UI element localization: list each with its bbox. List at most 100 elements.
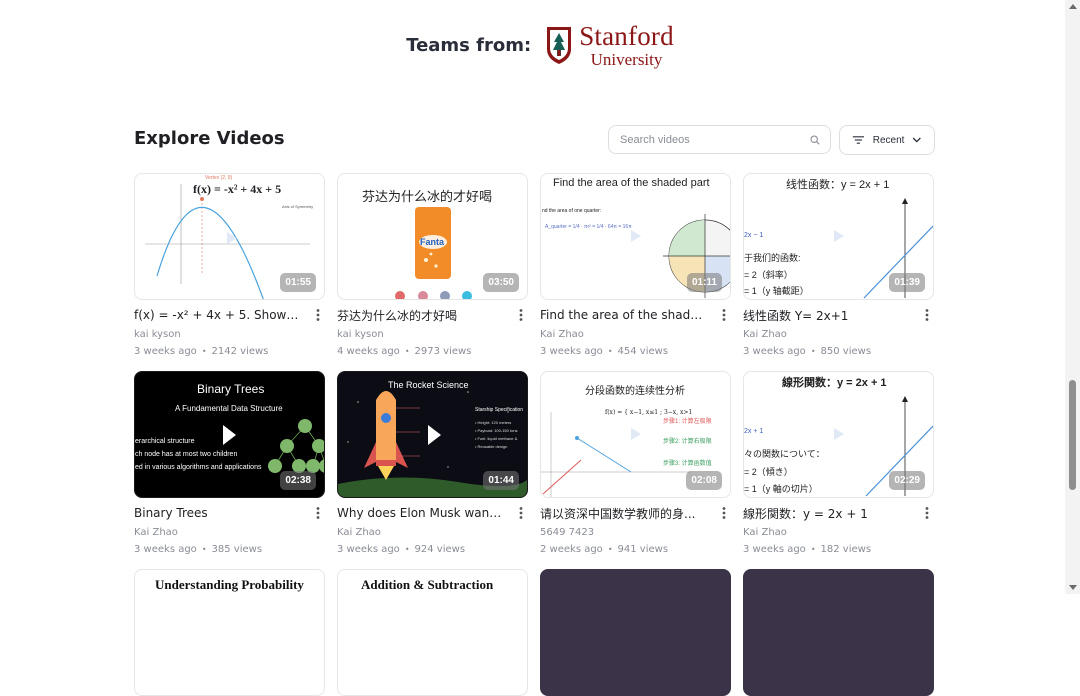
video-thumbnail[interactable]: Find the area of the shaded part nd the … <box>540 173 731 300</box>
search-input[interactable] <box>620 133 810 146</box>
video-thumbnail[interactable] <box>743 569 934 696</box>
video-title[interactable]: 線形関数：y = 2x + 1 <box>743 505 868 522</box>
teams-banner: Teams from: Stanford University <box>0 22 1080 68</box>
video-thumbnail[interactable]: 芬达为什么冰的才好喝 Fanta 03:50 <box>337 173 528 300</box>
video-card[interactable]: Understanding Probability <box>134 569 325 696</box>
video-author[interactable]: Kai Zhao <box>743 329 934 340</box>
thumb-caption: • Reusable design <box>475 444 508 449</box>
search-box[interactable] <box>608 125 831 154</box>
video-author[interactable]: kai kyson <box>134 329 325 340</box>
video-title[interactable]: 线性函数 Y= 2x+1 <box>743 307 848 324</box>
thumb-caption: Fanta <box>420 237 445 247</box>
video-author[interactable]: 5649 7423 <box>540 527 731 538</box>
video-title[interactable]: 请以资深中国数学教师的身... <box>540 505 695 522</box>
video-card[interactable]: Addition & Subtraction <box>337 569 528 696</box>
thumb-caption: 步骤3: 计算函数值 <box>663 461 712 467</box>
video-views: 924 views <box>414 544 466 555</box>
search-icon[interactable] <box>810 134 820 145</box>
kebab-menu-icon[interactable] <box>311 307 325 323</box>
video-card[interactable]: 线性函数：y = 2x + 1 2x − 1 于我们的函数: = 2（斜率） =… <box>743 173 934 357</box>
video-thumbnail[interactable]: Binary Trees A Fundamental Data Structur… <box>134 371 325 498</box>
video-thumbnail[interactable]: The Rocket Science Starship Specificatio… <box>337 371 528 498</box>
kebab-menu-icon[interactable] <box>717 307 731 323</box>
filter-lines-icon <box>852 136 864 144</box>
duration-badge: 01:55 <box>280 273 316 292</box>
video-card[interactable]: 芬达为什么冰的才好喝 Fanta 03:50 芬达为什么冰的才好喝 kai ky… <box>337 173 528 357</box>
video-meta: 3 weeks ago • 385 views <box>134 544 325 555</box>
separator-dot: • <box>201 545 207 554</box>
separator-dot: • <box>404 545 410 554</box>
video-card[interactable]: f(x) = -x² + 4x + 5 Vertex (2, 9) Axis o… <box>134 173 325 357</box>
video-author[interactable]: Kai Zhao <box>743 527 934 538</box>
scrollbar-thumb[interactable] <box>1069 380 1076 490</box>
thumb-caption: Starship Specification <box>475 407 524 413</box>
thumb-caption: 2x + 1 <box>744 428 764 435</box>
video-age: 3 weeks ago <box>743 544 806 555</box>
video-card[interactable]: Find the area of the shaded part nd the … <box>540 173 731 357</box>
video-thumbnail[interactable]: Understanding Probability <box>134 569 325 696</box>
video-meta: 2 weeks ago • 941 views <box>540 544 731 555</box>
page-scrollbar[interactable] <box>1065 0 1080 594</box>
video-card[interactable]: 線形関数：y = 2x + 1 2x + 1 々の関数について： = 2（傾き）… <box>743 371 934 555</box>
duration-badge: 02:29 <box>889 471 925 490</box>
sort-dropdown[interactable]: Recent <box>839 125 935 155</box>
video-thumbnail[interactable]: 线性函数：y = 2x + 1 2x − 1 于我们的函数: = 2（斜率） =… <box>743 173 934 300</box>
thumb-caption: 步骤1: 计算左极限 <box>663 419 712 425</box>
thumb-caption: 2x − 1 <box>744 232 764 239</box>
scroll-up-arrow-icon[interactable] <box>1069 4 1077 9</box>
kebab-menu-icon[interactable] <box>311 505 325 521</box>
video-views: 454 views <box>617 346 669 357</box>
thumb-caption: 芬达为什么冰的才好喝 <box>362 189 493 204</box>
thumb-caption: Addition & Subtraction <box>361 577 494 592</box>
video-author[interactable]: Kai Zhao <box>134 527 325 538</box>
explore-videos-title: Explore Videos <box>134 128 285 149</box>
video-card[interactable]: The Rocket Science Starship Specificatio… <box>337 371 528 555</box>
scroll-down-arrow-icon[interactable] <box>1069 585 1077 590</box>
stanford-name: Stanford <box>579 20 674 51</box>
video-card[interactable]: f(x) = { x−1, x≤1 ; 3−x, x>1 分段函数的连续性分析 … <box>540 371 731 555</box>
teams-label: Teams from: <box>406 34 532 56</box>
video-thumbnail[interactable]: Addition & Subtraction <box>337 569 528 696</box>
video-views: 385 views <box>211 544 263 555</box>
video-age: 3 weeks ago <box>134 544 197 555</box>
kebab-menu-icon[interactable] <box>920 505 934 521</box>
kebab-menu-icon[interactable] <box>514 505 528 521</box>
stanford-university: University <box>590 49 663 69</box>
video-author[interactable]: Kai Zhao <box>337 527 528 538</box>
kebab-menu-icon[interactable] <box>920 307 934 323</box>
video-author[interactable]: kai kyson <box>337 329 528 340</box>
video-thumbnail[interactable]: f(x) = -x² + 4x + 5 Vertex (2, 9) Axis o… <box>134 173 325 300</box>
thumb-caption: • Fuel: liquid methane & <box>475 436 518 441</box>
separator-dot: • <box>404 347 410 356</box>
thumb-caption: erarchical structure <box>135 438 195 445</box>
kebab-menu-icon[interactable] <box>514 307 528 323</box>
video-thumbnail[interactable] <box>540 569 731 696</box>
video-views: 941 views <box>617 544 669 555</box>
video-title[interactable]: 芬达为什么冰的才好喝 <box>337 307 457 324</box>
thumb-caption: 于我们的函数: <box>744 253 801 263</box>
thumb-caption: 線形関数：y = 2x + 1 <box>782 377 887 389</box>
video-title[interactable]: Binary Trees <box>134 506 208 520</box>
thumb-caption: 步骤2: 计算右极限 <box>663 439 712 445</box>
video-meta: 3 weeks ago • 924 views <box>337 544 528 555</box>
video-thumbnail[interactable]: f(x) = { x−1, x≤1 ; 3−x, x>1 分段函数的连续性分析 … <box>540 371 731 498</box>
video-thumbnail[interactable]: 線形関数：y = 2x + 1 2x + 1 々の関数について： = 2（傾き）… <box>743 371 934 498</box>
thumb-caption: Binary Trees <box>197 382 265 396</box>
video-card[interactable] <box>540 569 731 696</box>
thumb-caption: 线性函数：y = 2x + 1 <box>786 179 890 191</box>
kebab-menu-icon[interactable] <box>717 505 731 521</box>
video-title[interactable]: Find the area of the shaded ... <box>540 308 708 322</box>
video-card[interactable]: Binary Trees A Fundamental Data Structur… <box>134 371 325 555</box>
video-title[interactable]: Why does Elon Musk want t... <box>337 506 505 520</box>
stanford-tree-icon <box>547 27 572 64</box>
video-author[interactable]: Kai Zhao <box>540 329 731 340</box>
video-age: 3 weeks ago <box>134 346 197 357</box>
thumb-caption: nd the area of one quarter: <box>542 208 602 214</box>
separator-dot: • <box>810 347 816 356</box>
video-title[interactable]: f(x) = -x² + 4x + 5. Show the... <box>134 308 302 322</box>
video-card[interactable] <box>743 569 934 696</box>
video-meta: 4 weeks ago • 2973 views <box>337 346 528 357</box>
video-views: 2142 views <box>211 346 269 357</box>
stanford-logo: Stanford University <box>545 20 674 69</box>
video-meta: 3 weeks ago • 182 views <box>743 544 934 555</box>
